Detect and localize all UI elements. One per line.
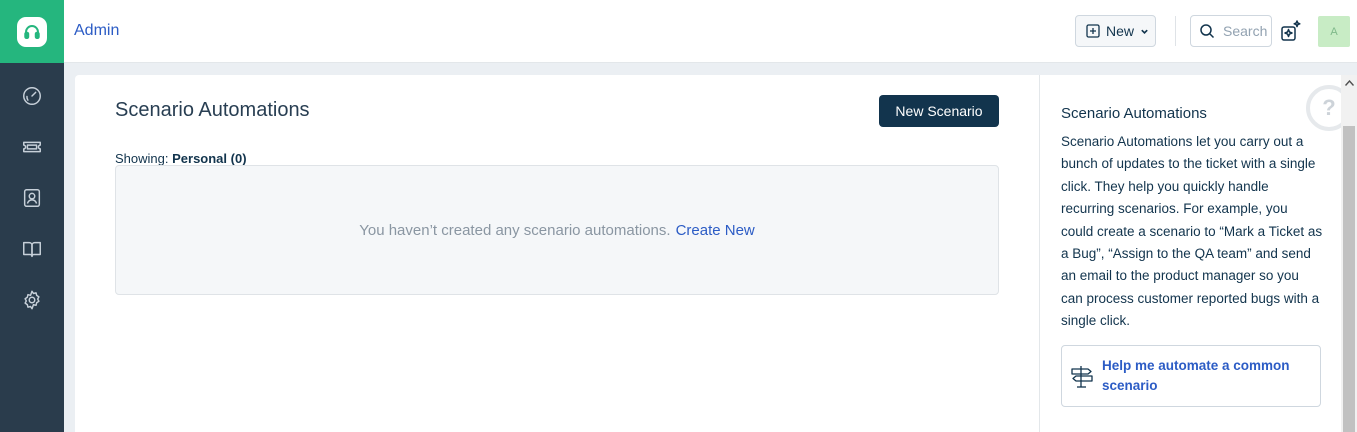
empty-state: You haven’t created any scenario automat… [115,165,999,295]
info-description: Scenario Automations let you carry out a… [1061,134,1323,329]
search-input[interactable]: Search [1190,15,1272,47]
app-logo[interactable] [0,0,64,63]
contact-card-icon [23,189,41,207]
info-panel: Scenario Automations Scenario Automation… [1039,75,1341,432]
scrollbar-thumb[interactable] [1343,126,1355,432]
nav-contacts[interactable] [17,183,47,213]
new-scenario-button[interactable]: New Scenario [879,95,999,127]
signpost-icon [1071,366,1093,388]
header-divider [1175,16,1176,46]
create-new-link[interactable]: Create New [676,222,755,239]
left-rail [0,0,64,432]
headset-icon [17,16,47,47]
info-title: Scenario Automations [1061,105,1207,122]
search-icon [1200,24,1215,39]
main-panel: Scenario Automations New Scenario Showin… [75,75,1039,432]
ai-sparkle-icon[interactable] [1278,18,1304,44]
avatar[interactable]: A [1318,16,1350,47]
showing-value: Personal (0) [172,151,247,166]
book-icon [23,241,41,258]
nav-solutions[interactable] [17,234,47,264]
showing-filter[interactable]: Showing: Personal (0) [115,151,247,166]
gauge-icon [23,87,41,105]
scroll-up-arrow-icon[interactable] [1341,75,1357,91]
nav-tickets[interactable] [17,132,47,162]
ticket-icon [23,141,41,153]
help-card-label: Help me automate a common scenario [1102,358,1290,393]
top-header: Admin New Search A [64,0,1357,63]
new-button[interactable]: New [1075,15,1156,47]
help-automate-card[interactable]: Help me automate a common scenario [1061,345,1321,407]
search-placeholder: Search [1223,23,1268,39]
nav-dashboard[interactable] [17,81,47,111]
chevron-down-icon [1141,29,1148,34]
new-button-label: New [1106,23,1135,39]
empty-message: You haven’t created any scenario automat… [359,221,671,239]
gear-icon [24,290,40,310]
plus-square-icon [1086,24,1100,38]
page-title: Scenario Automations [115,99,310,121]
showing-prefix: Showing: [115,151,169,166]
page-breadcrumb: Admin [74,22,120,39]
nav-admin[interactable] [17,285,47,315]
